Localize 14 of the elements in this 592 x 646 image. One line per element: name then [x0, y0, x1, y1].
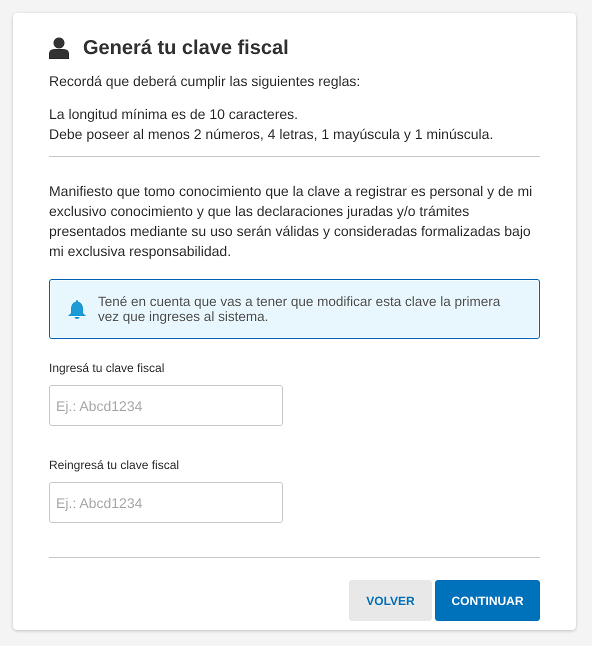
- continue-button[interactable]: CONTINUAR: [435, 580, 540, 621]
- field-label: Reingresá tu clave fiscal: [49, 457, 180, 474]
- notice-text: Tené en cuenta que vas a tener que modificar esta clave la primera vez que ingreses al sistema.: [98, 294, 502, 324]
- rule-text: Debe poseer al menos 2 números, 4 letras, 1 mayúscula y 1 minúscula.: [49, 125, 494, 144]
- page-title: Generá tu clave fiscal: [83, 36, 289, 61]
- intro-text: Recordá que deberá cumplir las siguientes reglas:: [49, 72, 362, 91]
- user-icon: [49, 37, 69, 59]
- password-field[interactable]: Ej.: Abcd1234: [49, 385, 283, 426]
- rule-text: La longitud mínima es de 10 caracteres.: [49, 105, 300, 124]
- back-button[interactable]: VOLVER: [349, 580, 432, 621]
- bell-icon: [68, 300, 86, 318]
- password-field[interactable]: Ej.: Abcd1234: [49, 482, 283, 523]
- statement-text: Manifiesto que tomo conocimiento que la clave a registrar es personal y de mi exclusivo conocimiento y que las declaraciones juradas y/o trámites presentados mediante su uso serán válidas y consideradas formalizadas bajo mi exclusiva responsabilidad.: [49, 182, 534, 261]
- field-label: Ingresá tu clave fiscal: [49, 360, 166, 377]
